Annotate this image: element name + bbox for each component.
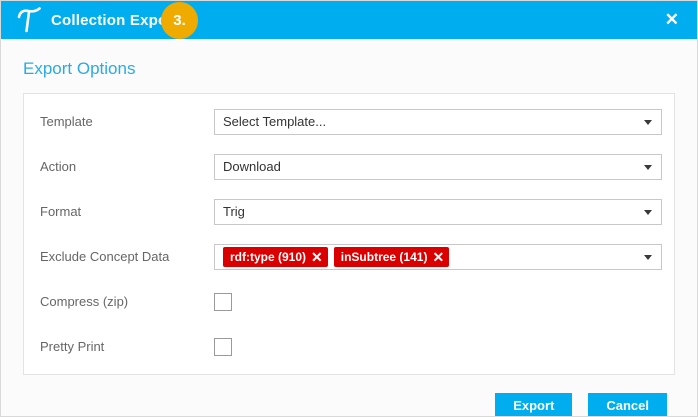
page-title: Export Options — [23, 59, 675, 79]
dialog-body: Export Options Template Select Template.… — [1, 39, 697, 417]
exclude-concept-data-label: Exclude Concept Data — [40, 249, 214, 264]
step-badge: 3. — [161, 2, 198, 39]
format-label: Format — [40, 204, 214, 219]
cancel-button[interactable]: Cancel — [588, 393, 667, 417]
pretty-print-checkbox[interactable] — [214, 338, 232, 356]
tag-rdf-type: rdf:type (910) ✕ — [223, 247, 328, 267]
remove-tag-icon[interactable]: ✕ — [432, 250, 444, 264]
form-row-action: Action Download — [24, 144, 674, 189]
collection-export-dialog: Collection Export 3. ✕ Export Options Te… — [0, 0, 698, 417]
form-row-template: Template Select Template... — [24, 99, 674, 144]
format-select[interactable]: Trig — [214, 199, 662, 225]
action-select-value: Download — [223, 159, 281, 174]
topbraid-logo-icon — [17, 7, 41, 33]
remove-tag-icon[interactable]: ✕ — [311, 250, 323, 264]
chevron-down-icon — [644, 255, 652, 260]
form-row-format: Format Trig — [24, 189, 674, 234]
selected-tags: rdf:type (910) ✕ inSubtree (141) ✕ — [223, 247, 449, 267]
export-button[interactable]: Export — [495, 393, 572, 417]
pretty-print-label: Pretty Print — [40, 339, 214, 354]
dialog-footer: Export Cancel — [23, 393, 675, 417]
form-row-exclude-concept-data: Exclude Concept Data rdf:type (910) ✕ in… — [24, 234, 674, 279]
template-select-value: Select Template... — [223, 114, 326, 129]
chevron-down-icon — [644, 165, 652, 170]
tag-label: rdf:type (910) — [230, 250, 306, 264]
compress-zip-label: Compress (zip) — [40, 294, 214, 309]
tag-insubtree: inSubtree (141) ✕ — [334, 247, 449, 267]
close-icon[interactable]: ✕ — [665, 1, 679, 39]
action-select[interactable]: Download — [214, 154, 662, 180]
exclude-concept-data-select[interactable]: rdf:type (910) ✕ inSubtree (141) ✕ — [214, 244, 662, 270]
template-select[interactable]: Select Template... — [214, 109, 662, 135]
dialog-header: Collection Export 3. ✕ — [1, 1, 697, 39]
format-select-value: Trig — [223, 204, 245, 219]
form-row-compress-zip: Compress (zip) — [24, 279, 674, 324]
chevron-down-icon — [644, 210, 652, 215]
compress-zip-checkbox[interactable] — [214, 293, 232, 311]
form-row-pretty-print: Pretty Print — [24, 324, 674, 369]
template-label: Template — [40, 114, 214, 129]
tag-label: inSubtree (141) — [341, 250, 428, 264]
dialog-title: Collection Export — [51, 12, 179, 29]
chevron-down-icon — [644, 120, 652, 125]
export-options-panel: Template Select Template... Action Downl… — [23, 93, 675, 375]
action-label: Action — [40, 159, 214, 174]
